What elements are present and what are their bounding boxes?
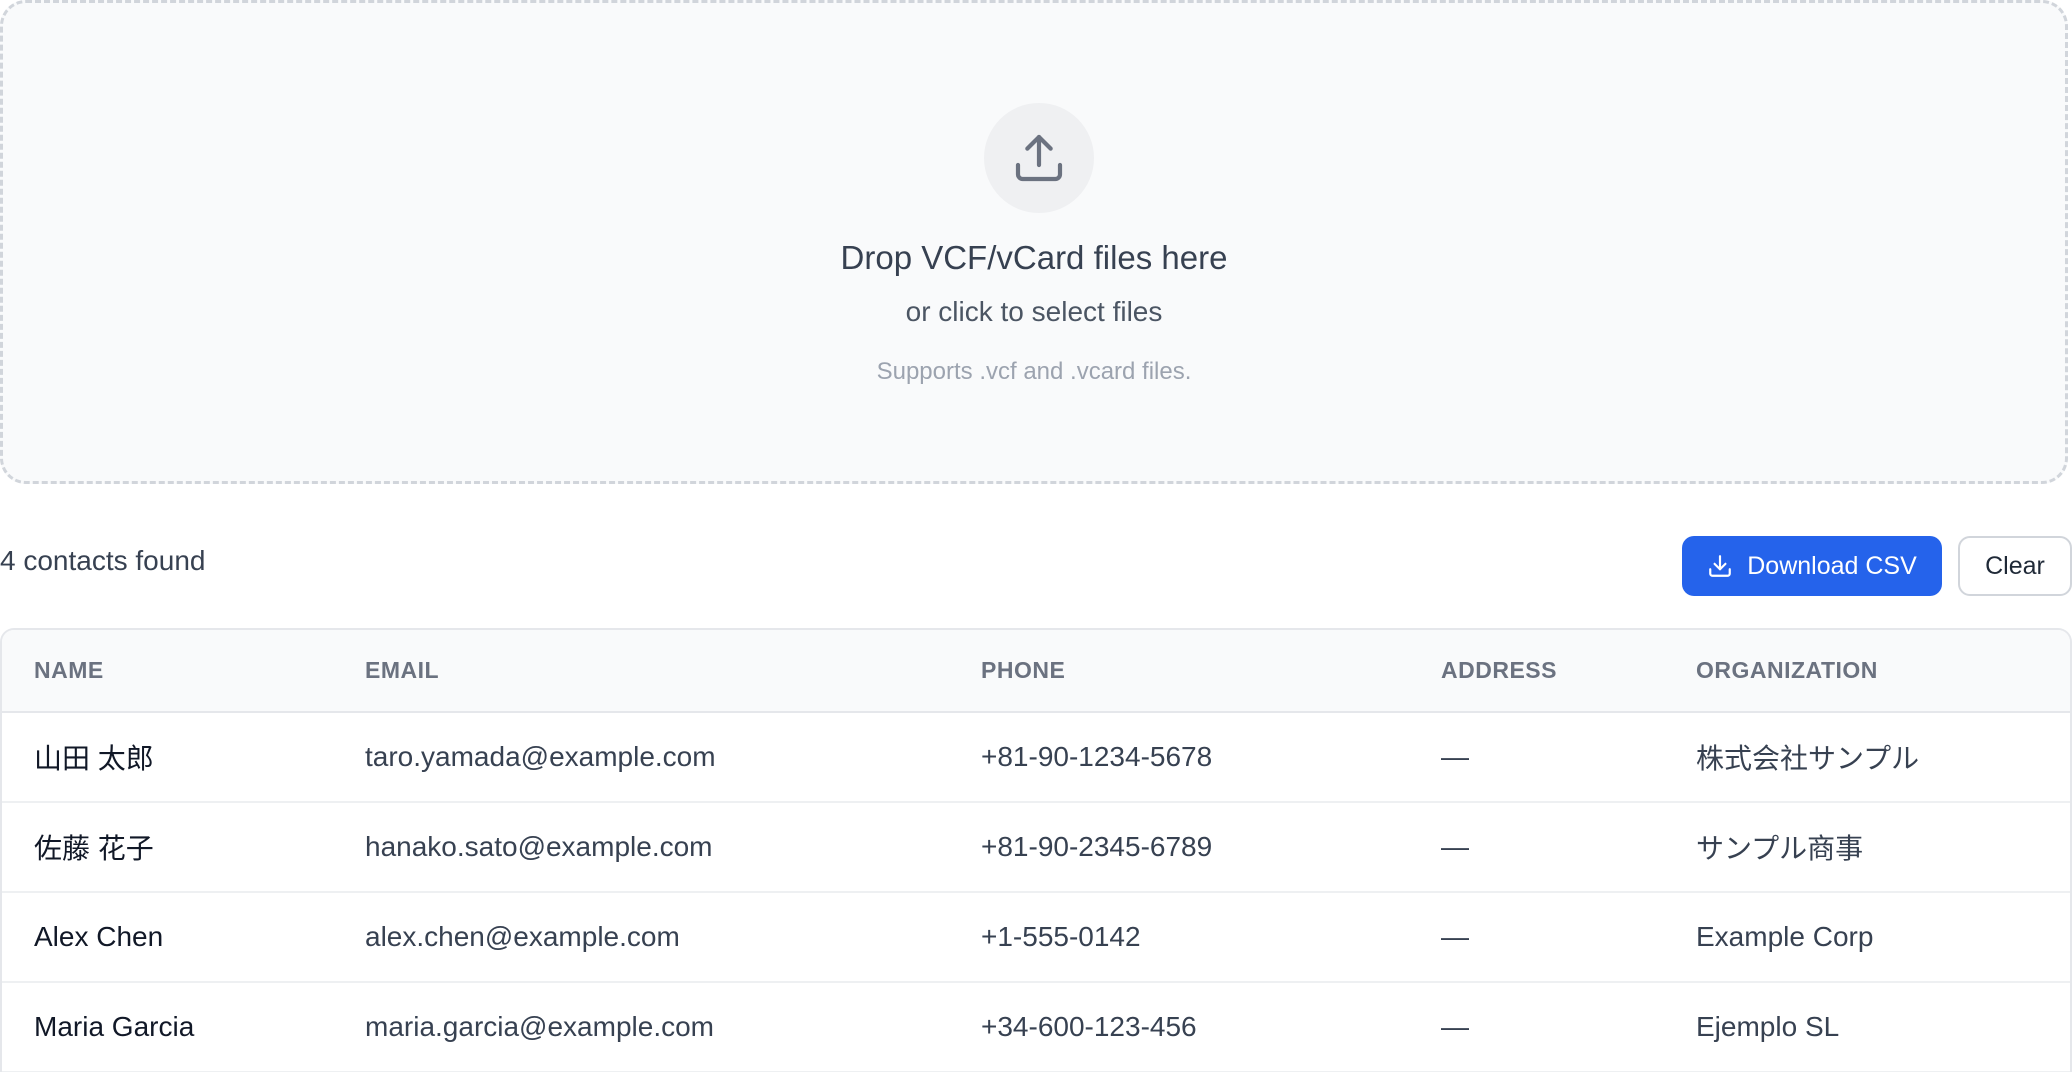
contacts-table: NAME EMAIL PHONE ADDRESS ORGANIZATION 山田… <box>0 628 2072 1072</box>
download-csv-label: Download CSV <box>1747 551 1917 580</box>
table-header-row: NAME EMAIL PHONE ADDRESS ORGANIZATION <box>2 630 2070 713</box>
contact-phone: +34-600-123-456 <box>949 982 1409 1072</box>
column-header-email: EMAIL <box>333 630 949 713</box>
dropzone-subtitle: or click to select files <box>905 296 1163 327</box>
contact-organization: サンプル商事 <box>1664 802 2070 893</box>
contact-email: maria.garcia@example.com <box>333 982 949 1072</box>
column-header-name: NAME <box>2 630 333 713</box>
table-row: Alex Chen alex.chen@example.com +1-555-0… <box>2 892 2070 983</box>
contact-email: alex.chen@example.com <box>333 892 949 983</box>
contact-organization: 株式会社サンプル <box>1664 712 2070 803</box>
contact-phone: +1-555-0142 <box>949 892 1409 983</box>
column-header-address: ADDRESS <box>1409 630 1664 713</box>
table-row: 山田 太郎 taro.yamada@example.com +81-90-123… <box>2 712 2070 803</box>
download-csv-button[interactable]: Download CSV <box>1682 536 1942 596</box>
contact-organization: Ejemplo SL <box>1664 982 2070 1072</box>
contact-email: hanako.sato@example.com <box>333 802 949 893</box>
contact-address: — <box>1409 982 1664 1072</box>
dropzone-title: Drop VCF/vCard files here <box>840 239 1228 276</box>
vcf-converter-page: Drop VCF/vCard files here or click to se… <box>0 0 2072 1072</box>
table-row: 佐藤 花子 hanako.sato@example.com +81-90-234… <box>2 802 2070 893</box>
contact-organization: Example Corp <box>1664 892 2070 983</box>
file-dropzone[interactable]: Drop VCF/vCard files here or click to se… <box>0 0 2068 484</box>
clear-label: Clear <box>1985 551 2045 580</box>
contact-address: — <box>1409 802 1664 893</box>
dropzone-hint: Supports .vcf and .vcard files. <box>876 358 1192 385</box>
download-icon <box>1707 553 1733 579</box>
contact-email: taro.yamada@example.com <box>333 712 949 803</box>
upload-icon <box>984 103 1094 213</box>
contact-phone: +81-90-1234-5678 <box>949 712 1409 803</box>
table-row: Maria Garcia maria.garcia@example.com +3… <box>2 982 2070 1072</box>
contact-address: — <box>1409 712 1664 803</box>
contact-name: 山田 太郎 <box>2 712 333 803</box>
contacts-count: 4 contacts found <box>0 545 206 576</box>
column-header-organization: ORGANIZATION <box>1664 630 2070 713</box>
contact-address: — <box>1409 892 1664 983</box>
column-header-phone: PHONE <box>949 630 1409 713</box>
contact-phone: +81-90-2345-6789 <box>949 802 1409 893</box>
contact-name: Maria Garcia <box>2 982 333 1072</box>
contact-name: Alex Chen <box>2 892 333 983</box>
contact-name: 佐藤 花子 <box>2 802 333 893</box>
clear-button[interactable]: Clear <box>1958 536 2072 596</box>
